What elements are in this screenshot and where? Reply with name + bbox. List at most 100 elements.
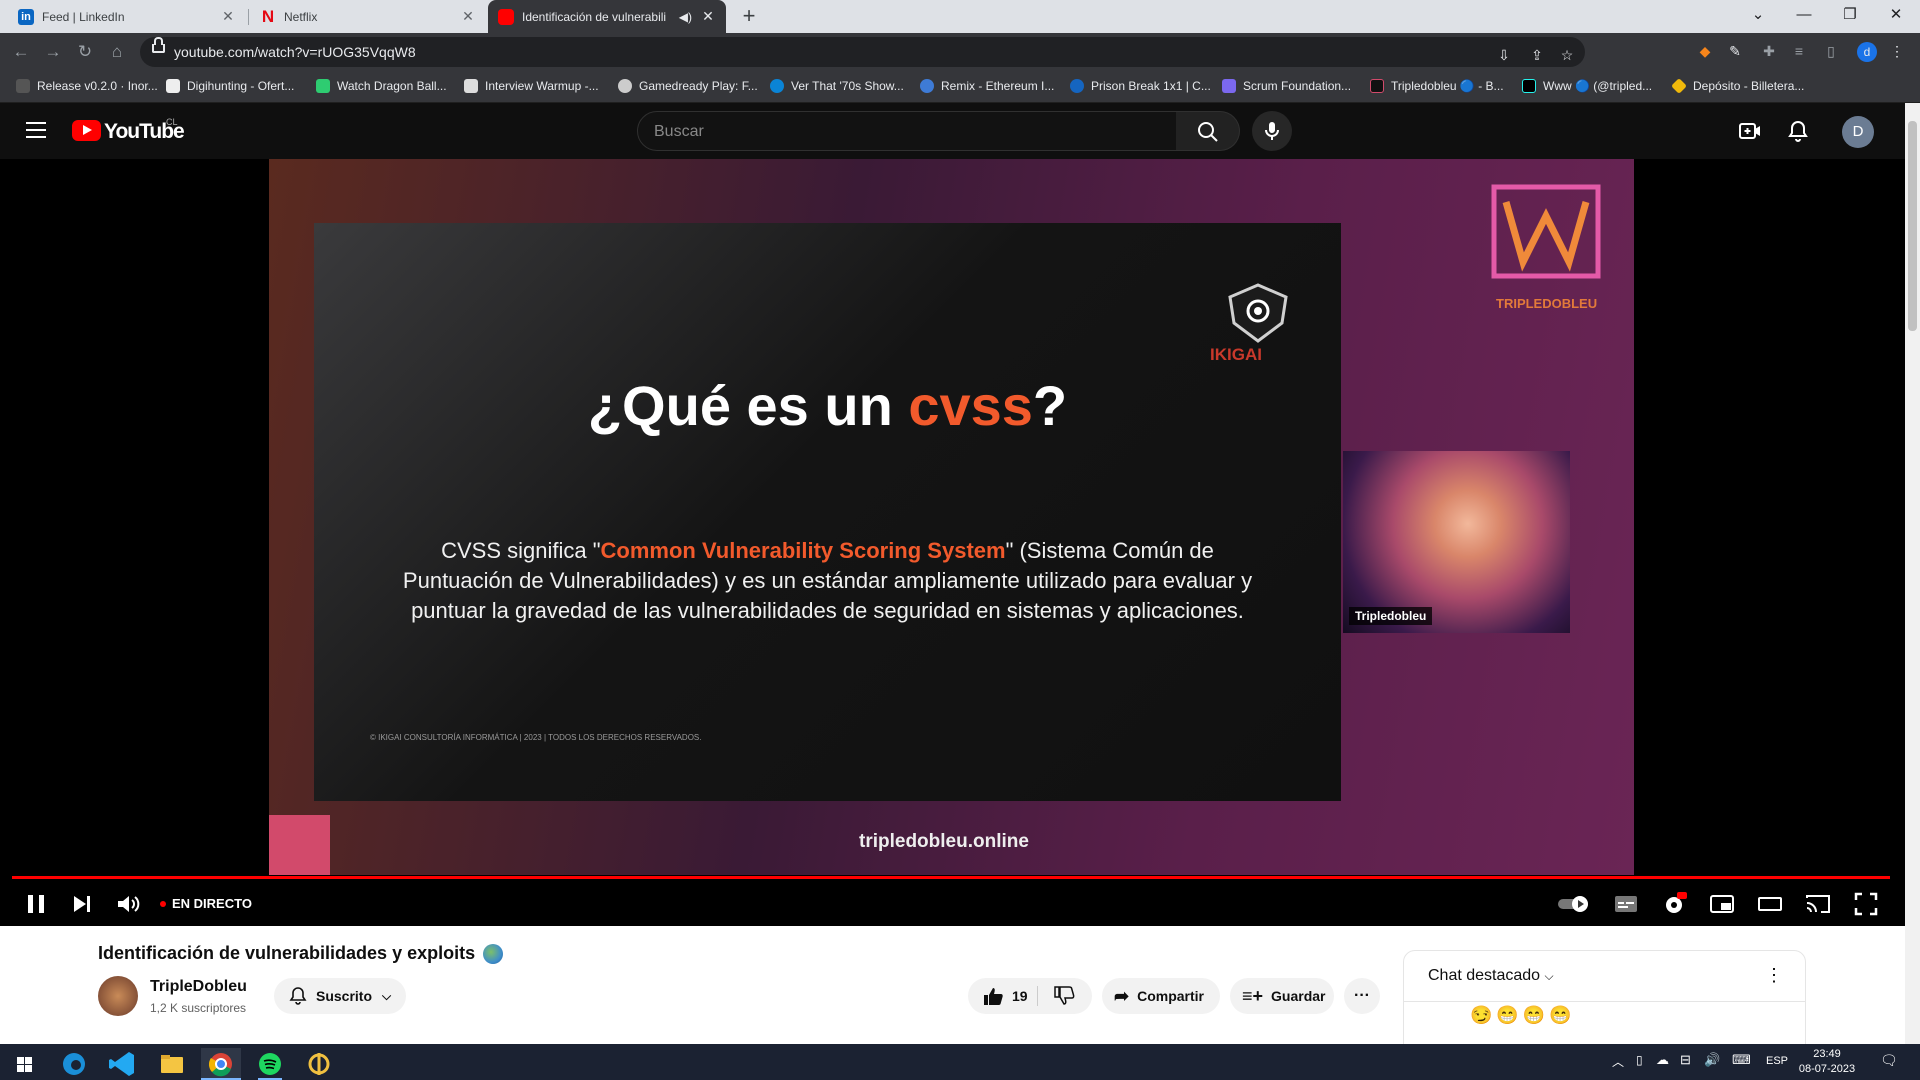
maximize-button[interactable]: ❐ — [1827, 0, 1873, 30]
more-actions-button[interactable]: ··· — [1344, 978, 1380, 1014]
close-window-button[interactable]: ✕ — [1873, 0, 1919, 30]
youtube-logo-icon[interactable] — [72, 120, 101, 141]
bookmark-item[interactable]: Ver That '70s Show... — [770, 77, 904, 95]
reading-list-icon[interactable]: ≡ — [1790, 42, 1808, 60]
edge-browser-icon[interactable] — [54, 1048, 94, 1080]
notifications-icon[interactable]: 🗨 — [1880, 1052, 1898, 1069]
side-panel-icon[interactable]: ▯ — [1822, 42, 1840, 60]
extension-icon[interactable]: ✎ — [1726, 42, 1744, 60]
fullscreen-icon[interactable] — [1852, 890, 1880, 918]
chat-mode-selector[interactable]: Chat destacado ⌵ — [1428, 967, 1554, 985]
device-icon[interactable]: ▯ — [1636, 1053, 1643, 1067]
speaker-icon[interactable]: ◀) — [679, 10, 692, 24]
settings-gear-icon[interactable] — [1660, 890, 1688, 918]
url-text[interactable]: youtube.com/watch?v=rUOG35VqqW8 — [174, 44, 416, 60]
close-icon[interactable]: ✕ — [700, 8, 716, 25]
create-video-icon[interactable] — [1738, 119, 1762, 143]
bookmark-star-icon[interactable]: ☆ — [1558, 46, 1576, 64]
bookmark-label: Watch Dragon Ball... — [337, 79, 447, 93]
app-icon[interactable] — [299, 1048, 339, 1080]
vscode-icon[interactable] — [103, 1048, 143, 1080]
tab-search-icon[interactable]: ⌄ — [1735, 0, 1781, 30]
tab-linkedin[interactable]: in Feed | LinkedIn ✕ — [8, 0, 246, 33]
channel-avatar[interactable] — [98, 976, 138, 1016]
more-horizontal-icon: ··· — [1354, 987, 1370, 1004]
share-icon[interactable]: ⇪ — [1528, 46, 1546, 64]
tab-netflix[interactable]: N Netflix ✕ — [250, 0, 486, 33]
subtitles-icon[interactable] — [1612, 890, 1640, 918]
windows-start-icon[interactable] — [4, 1048, 44, 1080]
chat-menu-icon[interactable]: ⋮ — [1765, 965, 1783, 986]
network-icon[interactable]: ⊟ — [1680, 1052, 1691, 1068]
chevron-up-icon[interactable]: ︿ — [1612, 1053, 1624, 1070]
volume-tray-icon[interactable]: 🔊 — [1704, 1052, 1720, 1068]
cast-icon[interactable] — [1804, 890, 1832, 918]
miniplayer-icon[interactable] — [1708, 890, 1736, 918]
metamask-extension-icon[interactable]: ◆ — [1696, 42, 1714, 60]
lock-icon[interactable] — [152, 37, 165, 53]
autoplay-toggle-icon[interactable] — [1556, 890, 1592, 918]
youtube-icon — [498, 8, 514, 25]
page-scrollbar[interactable] — [1905, 103, 1920, 1044]
spotify-icon[interactable] — [250, 1048, 290, 1080]
share-button[interactable]: ➦ Compartir — [1102, 978, 1220, 1014]
voice-search-button[interactable] — [1252, 111, 1292, 151]
volume-icon[interactable] — [114, 890, 142, 918]
language-indicator[interactable]: ESP — [1766, 1055, 1788, 1067]
bookmark-item[interactable]: Release v0.2.0 · Inor... — [16, 77, 158, 95]
account-avatar[interactable]: D — [1842, 116, 1874, 148]
menu-kebab-icon[interactable]: ⋮ — [1888, 42, 1906, 60]
next-video-icon[interactable] — [68, 890, 96, 918]
subscriber-count: 1,2 K suscriptores — [150, 1001, 247, 1015]
video-player[interactable]: IKIGAI ¿Qué es un cvss? CVSS significa "… — [0, 159, 1905, 926]
live-indicator[interactable]: EN DIRECTO — [160, 896, 252, 911]
keyboard-icon[interactable]: ⌨ — [1732, 1052, 1751, 1068]
progress-bar[interactable] — [12, 876, 1890, 879]
slide-copyright: © IKIGAI CONSULTORÍA INFORMÁTICA | 2023 … — [370, 733, 702, 742]
notifications-bell-icon[interactable] — [1786, 119, 1810, 143]
shield-icon — [316, 79, 330, 93]
like-icon[interactable] — [982, 985, 1004, 1007]
system-clock[interactable]: 23:49 08-07-2023 — [1797, 1047, 1857, 1077]
back-icon[interactable]: ← — [10, 41, 32, 63]
save-button[interactable]: ≡+ Guardar — [1230, 978, 1334, 1014]
install-icon[interactable]: ⇩ — [1495, 46, 1513, 64]
hamburger-menu-icon[interactable] — [26, 122, 46, 138]
bookmark-item[interactable]: Tripledobleu 🔵 - B... — [1370, 77, 1504, 95]
webcam-label: Tripledobleu — [1349, 607, 1433, 625]
profile-avatar-icon[interactable]: d — [1857, 42, 1877, 62]
address-bar[interactable]: youtube.com/watch?v=rUOG35VqqW8 ⇩ ⇪ ☆ — [140, 37, 1585, 67]
close-icon[interactable]: ✕ — [220, 8, 236, 25]
channel-name[interactable]: TripleDobleu — [150, 978, 247, 996]
tab-youtube-active[interactable]: Identificación de vulnerabili ◀) ✕ — [488, 0, 726, 33]
close-icon[interactable]: ✕ — [460, 8, 476, 25]
chrome-icon[interactable] — [201, 1048, 241, 1080]
bookmark-item[interactable]: Digihunting - Ofert... — [166, 77, 294, 95]
bookmark-item[interactable]: Www 🔵 (@tripled... — [1522, 77, 1652, 95]
bookmark-item[interactable]: Watch Dragon Ball... — [316, 77, 447, 95]
file-explorer-icon[interactable] — [152, 1048, 192, 1080]
theater-mode-icon[interactable] — [1756, 890, 1784, 918]
scrollbar-thumb[interactable] — [1908, 121, 1917, 331]
bookmark-item[interactable]: Depósito - Billetera... — [1671, 77, 1804, 95]
bookmark-item[interactable]: Prison Break 1x1 | C... — [1070, 77, 1211, 95]
new-tab-button[interactable]: + — [736, 4, 762, 30]
pause-icon[interactable] — [22, 890, 50, 918]
home-icon[interactable]: ⌂ — [106, 41, 128, 63]
remix-icon — [920, 79, 934, 93]
bookmark-item[interactable]: Gamedready Play: F... — [618, 77, 758, 95]
search-button[interactable] — [1176, 111, 1240, 151]
bookmark-item[interactable]: Interview Warmup -... — [464, 77, 599, 95]
bookmark-item[interactable]: Remix - Ethereum I... — [920, 77, 1054, 95]
subscribed-button[interactable]: Suscrito ⌵ — [274, 978, 406, 1014]
bookmark-label: Gamedready Play: F... — [639, 79, 758, 93]
forward-icon[interactable]: → — [42, 41, 64, 63]
puzzle-icon[interactable]: ✚ — [1760, 42, 1778, 60]
like-count: 19 — [1012, 988, 1028, 1004]
onedrive-cloud-icon[interactable]: ☁ — [1656, 1052, 1669, 1068]
minimize-button[interactable]: — — [1781, 0, 1827, 30]
bookmark-item[interactable]: Scrum Foundation... — [1222, 77, 1351, 95]
search-input[interactable]: Buscar — [637, 111, 1177, 151]
dislike-icon[interactable] — [1053, 985, 1075, 1007]
reload-icon[interactable]: ↻ — [74, 41, 96, 63]
